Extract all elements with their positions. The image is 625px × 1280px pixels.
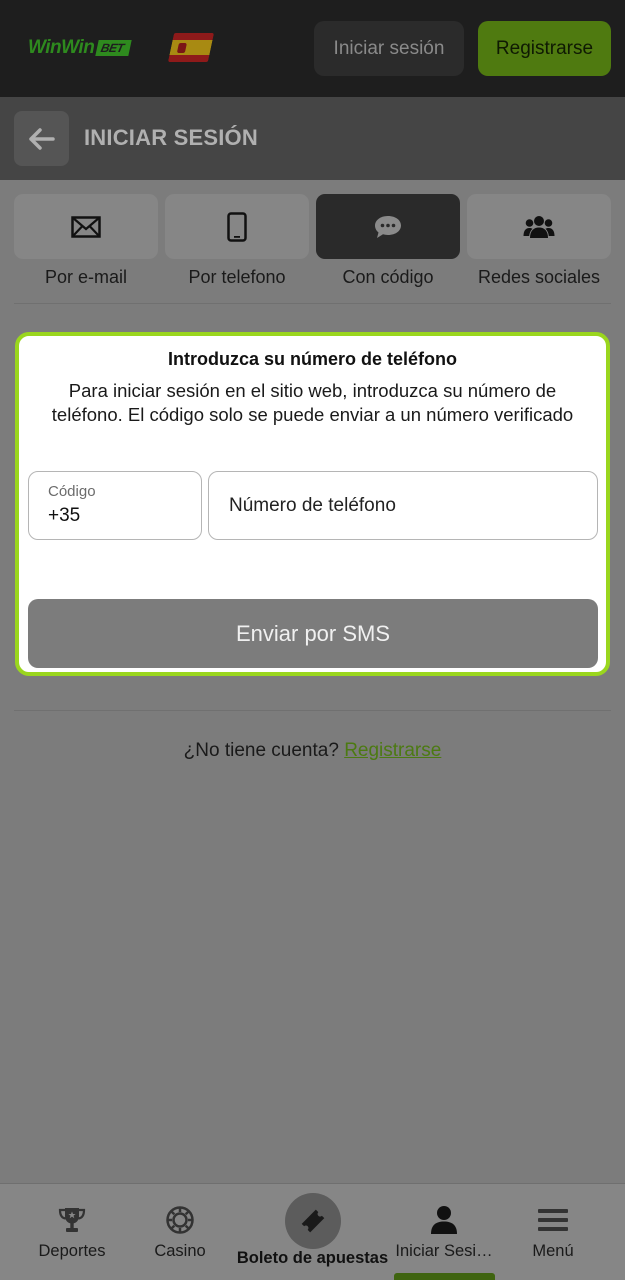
trophy-icon	[58, 1208, 86, 1232]
tab-phone[interactable]: Por telefono	[165, 194, 309, 288]
users-icon	[523, 215, 555, 238]
divider	[14, 710, 611, 711]
country-code-field[interactable]: Código +35	[28, 471, 202, 540]
tab-code[interactable]: Con código	[316, 194, 460, 288]
tab-email-label: Por e-mail	[44, 267, 128, 287]
country-code-label: Código	[48, 483, 96, 500]
tab-email[interactable]: Por e-mail	[14, 194, 158, 288]
nav-label: Iniciar Sesi…	[395, 1242, 493, 1260]
login-method-tabs: Por e-mail Por telefono Con código Redes…	[14, 194, 611, 294]
form-title: Introduzca su número de teléfono	[167, 349, 458, 369]
page-header: INICIAR SESIÓN	[0, 97, 625, 180]
nav-item-menu[interactable]: Menú	[520, 1184, 586, 1280]
back-button[interactable]	[14, 111, 69, 166]
active-tab-indicator	[394, 1273, 495, 1280]
register-button[interactable]: Registrarse	[478, 21, 611, 76]
arrow-left-icon	[28, 127, 55, 150]
form-description: Para iniciar sesión en el sitio web, int…	[51, 380, 574, 425]
nav-item-sports[interactable]: Deportes	[30, 1184, 114, 1280]
phone-login-card: Introduzca su número de teléfono Para in…	[15, 332, 610, 676]
tab-social[interactable]: Redes sociales	[467, 194, 611, 288]
phone-number-input[interactable]: Número de teléfono	[208, 471, 598, 540]
page-title: INICIAR SESIÓN	[84, 125, 258, 150]
hamburger-menu-icon	[538, 1209, 568, 1231]
chat-bubble-icon	[375, 215, 401, 238]
tab-phone-label: Por telefono	[188, 267, 286, 287]
nav-label: Deportes	[38, 1242, 106, 1260]
ticket-icon	[301, 1209, 325, 1233]
country-code-value: +35	[48, 505, 81, 526]
smartphone-icon	[227, 211, 247, 242]
register-link[interactable]: Registrarse	[344, 740, 441, 761]
envelope-icon	[71, 215, 101, 238]
nav-item-betslip[interactable]	[285, 1193, 341, 1249]
user-icon	[431, 1206, 457, 1234]
nav-label: Menú	[532, 1242, 574, 1260]
nav-label: Casino	[154, 1242, 206, 1260]
nav-label-betslip: Boleto de apuestas	[236, 1249, 389, 1267]
tab-social-label: Redes sociales	[477, 267, 601, 287]
nav-item-login[interactable]: Iniciar Sesi…	[392, 1184, 496, 1280]
top-header: WinWin BET Iniciar sesión Registrarse	[0, 0, 625, 97]
nav-item-casino[interactable]: Casino	[140, 1184, 220, 1280]
casino-chip-icon	[166, 1206, 194, 1234]
send-sms-button[interactable]: Enviar por SMS	[28, 599, 598, 668]
winwinbet-logo[interactable]: WinWin BET	[28, 36, 132, 60]
spain-flag-icon[interactable]	[167, 33, 215, 62]
tab-code-label: Con código	[342, 267, 434, 287]
no-account-text: ¿No tiene cuenta? Registrarse	[183, 740, 442, 761]
divider	[14, 303, 611, 304]
login-button[interactable]: Iniciar sesión	[314, 21, 464, 76]
